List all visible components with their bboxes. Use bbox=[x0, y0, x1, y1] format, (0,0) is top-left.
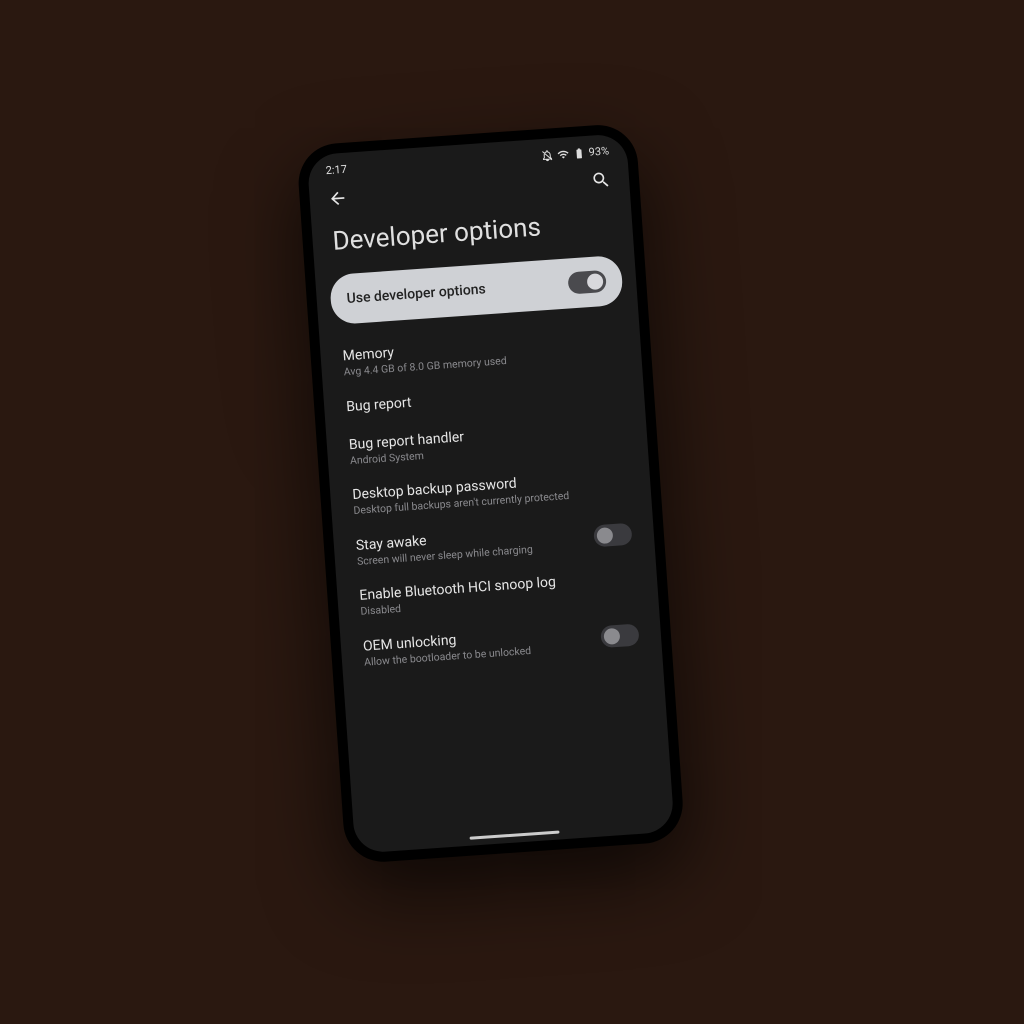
phone-frame: 2:17 93% Developer options Use developer… bbox=[296, 122, 685, 864]
search-button[interactable] bbox=[590, 169, 612, 194]
oem-unlocking-switch[interactable] bbox=[600, 624, 639, 649]
dnd-off-icon bbox=[540, 149, 553, 162]
search-icon bbox=[590, 169, 611, 190]
master-toggle-switch[interactable] bbox=[567, 270, 606, 295]
phone-screen: 2:17 93% Developer options Use developer… bbox=[307, 133, 675, 854]
battery-icon bbox=[572, 147, 585, 160]
status-indicators: 93% bbox=[540, 144, 609, 162]
stay-awake-switch[interactable] bbox=[593, 523, 632, 548]
settings-list[interactable]: Memory Avg 4.4 GB of 8.0 GB memory used … bbox=[320, 318, 675, 854]
status-time: 2:17 bbox=[325, 163, 347, 177]
master-toggle-label: Use developer options bbox=[346, 281, 486, 307]
arrow-back-icon bbox=[327, 188, 348, 209]
battery-percent: 93% bbox=[588, 144, 609, 158]
back-button[interactable] bbox=[327, 188, 349, 213]
wifi-icon bbox=[556, 148, 569, 161]
